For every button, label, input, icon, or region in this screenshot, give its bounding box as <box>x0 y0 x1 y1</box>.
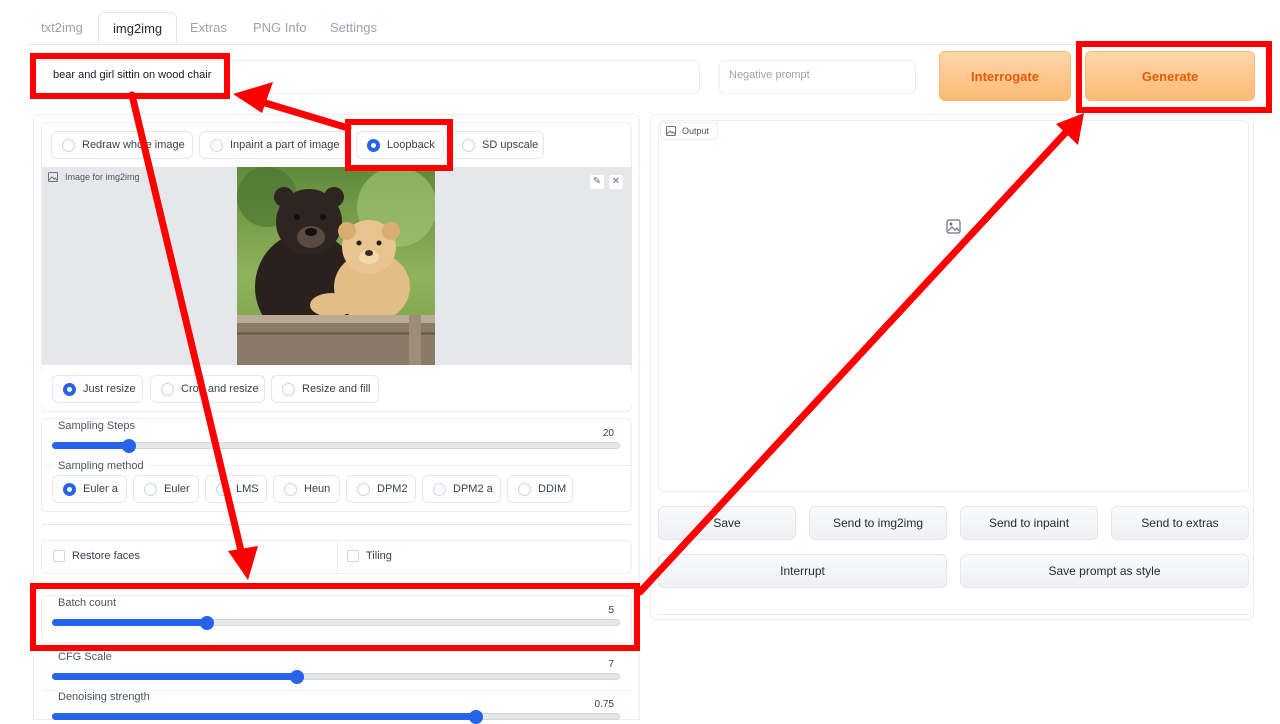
radio-dot <box>282 383 295 396</box>
radio-dpm2-a[interactable]: DPM2 a <box>422 475 501 503</box>
image-panel-label: Image for img2img <box>65 172 140 182</box>
radio-just-resize[interactable]: Just resize <box>52 375 143 403</box>
divider <box>337 541 338 573</box>
sampling-steps-fill <box>52 442 128 449</box>
radio-resize-and-fill[interactable]: Resize and fill <box>271 375 379 403</box>
denoising-fill <box>52 713 476 720</box>
tab-txt2img[interactable]: txt2img <box>27 12 97 44</box>
radio-dot <box>357 483 370 496</box>
edit-icon[interactable]: ✎ <box>589 174 605 190</box>
radio-dot <box>62 139 75 152</box>
image-icon <box>48 172 58 182</box>
tiling-label: Tiling <box>366 550 392 562</box>
radio-sd-upscale[interactable]: SD upscale <box>451 131 544 159</box>
cfg-scale-fill <box>52 673 297 680</box>
denoising-thumb[interactable] <box>469 710 483 724</box>
radio-dot <box>284 483 297 496</box>
tab-settings[interactable]: Settings <box>316 12 391 44</box>
radio-dot <box>216 483 229 496</box>
cfg-scale-label: CFG Scale <box>54 651 116 663</box>
restore-faces-label: Restore faces <box>72 550 140 562</box>
input-picture <box>237 167 435 365</box>
radio-dot <box>161 383 174 396</box>
sampling-steps-track[interactable] <box>52 442 620 449</box>
output-gallery <box>658 120 1249 492</box>
sampling-steps-label: Sampling Steps <box>54 420 140 432</box>
divider <box>658 614 1249 615</box>
radio-label: Euler <box>164 483 190 495</box>
radio-euler[interactable]: Euler <box>133 475 199 503</box>
annotation-box-batch-count <box>30 583 640 651</box>
denoising-value[interactable]: 0.75 <box>580 699 614 710</box>
sampling-steps-thumb[interactable] <box>122 439 136 453</box>
annotation-box-prompt <box>30 53 230 99</box>
radio-label: Resize and fill <box>302 383 371 395</box>
save-button[interactable]: Save <box>658 506 796 540</box>
cfg-scale-thumb[interactable] <box>290 670 304 684</box>
radio-inpaint-part[interactable]: Inpaint a part of image <box>199 131 350 159</box>
tab-extras[interactable]: Extras <box>176 12 241 44</box>
tiling-checkbox[interactable] <box>347 550 359 562</box>
send-to-extras-button[interactable]: Send to extras <box>1111 506 1249 540</box>
tab-png-info[interactable]: PNG Info <box>239 12 320 44</box>
radio-euler-a[interactable]: Euler a <box>52 475 127 503</box>
sampling-method-label: Sampling method <box>54 460 148 472</box>
radio-label: Redraw whole image <box>82 139 185 151</box>
annotation-box-loopback <box>345 119 453 171</box>
radio-label: Crop and resize <box>181 383 259 395</box>
restore-faces-checkbox[interactable] <box>53 550 65 562</box>
image-icon <box>666 126 676 136</box>
save-prompt-as-style-button[interactable]: Save prompt as style <box>960 554 1249 588</box>
denoising-label: Denoising strength <box>54 691 154 703</box>
radio-dot <box>462 139 475 152</box>
send-to-img2img-button[interactable]: Send to img2img <box>809 506 947 540</box>
radio-label: LMS <box>236 483 259 495</box>
radio-dpm2[interactable]: DPM2 <box>346 475 416 503</box>
radio-label: DPM2 a <box>453 483 493 495</box>
radio-redraw-whole-image[interactable]: Redraw whole image <box>51 131 193 159</box>
send-to-inpaint-button[interactable]: Send to inpaint <box>960 506 1098 540</box>
radio-dot <box>210 139 223 152</box>
radio-ddim[interactable]: DDIM <box>507 475 573 503</box>
negative-prompt-placeholder: Negative prompt <box>729 69 810 81</box>
radio-label: Just resize <box>83 383 136 395</box>
output-label: Output <box>682 126 710 136</box>
radio-label: Euler a <box>83 483 118 495</box>
radio-dot <box>63 483 76 496</box>
close-icon[interactable]: ✕ <box>608 174 624 190</box>
radio-dot <box>63 383 76 396</box>
interrogate-button[interactable]: Interrogate <box>939 51 1071 101</box>
radio-label: Inpaint a part of image <box>230 139 340 151</box>
divider <box>42 524 631 525</box>
radio-heun[interactable]: Heun <box>273 475 340 503</box>
interrupt-button[interactable]: Interrupt <box>658 554 947 588</box>
radio-label: DDIM <box>538 483 567 495</box>
radio-crop-and-resize[interactable]: Crop and resize <box>150 375 265 403</box>
sampling-steps-value[interactable]: 20 <box>580 428 614 439</box>
radio-label: SD upscale <box>482 139 539 151</box>
radio-dot <box>433 483 446 496</box>
radio-label: DPM2 <box>377 483 408 495</box>
radio-dot <box>518 483 531 496</box>
annotation-box-generate <box>1076 41 1272 113</box>
tab-img2img[interactable]: img2img <box>98 12 178 45</box>
radio-dot <box>144 483 157 496</box>
radio-lms[interactable]: LMS <box>205 475 267 503</box>
cfg-scale-value[interactable]: 7 <box>580 659 614 670</box>
image-placeholder-icon <box>946 219 961 234</box>
radio-label: Heun <box>304 483 331 495</box>
